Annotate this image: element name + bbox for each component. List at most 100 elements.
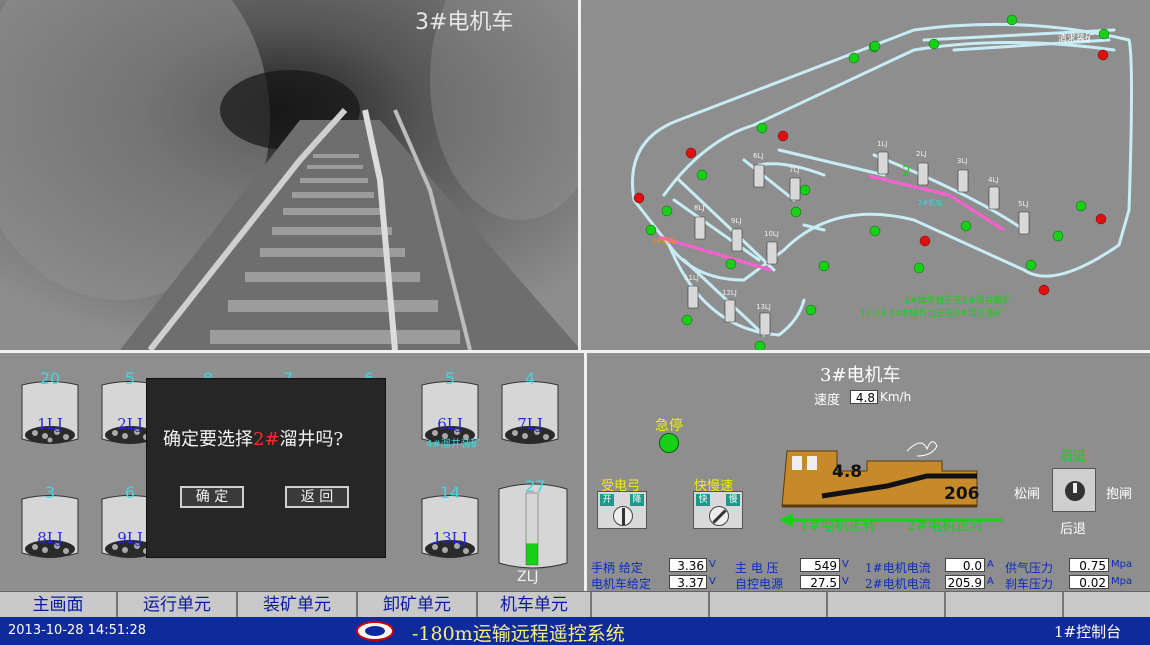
unit-v: V: [709, 559, 716, 570]
bin-7lj[interactable]: 4 7LJ: [500, 369, 560, 447]
camera-feed: 3#电机车: [0, 0, 581, 350]
main-v-value: 549: [800, 558, 840, 573]
unit-a: A: [987, 559, 994, 570]
loco-given-value: 3.37: [669, 575, 707, 590]
nav-main[interactable]: 主画面: [0, 592, 118, 618]
unit-mpa: Mpa: [1111, 559, 1133, 570]
handle-value: 3.36: [669, 558, 707, 573]
bin-6lj[interactable]: 5 6LJ 4#溜井装矿: [420, 369, 481, 450]
nav-empty-1[interactable]: [592, 592, 710, 618]
auto-v-value: 27.5: [800, 575, 840, 590]
air-value: 0.75: [1069, 558, 1109, 573]
dialog-highlight: 2#: [253, 429, 280, 450]
track-diagram: 1LJ 2LJ 3LJ 4LJ 5LJ 6LJ 7LJ 8LJ 9LJ 10LJ…: [631, 14, 1133, 352]
dialog-suffix: 溜井吗?: [279, 429, 344, 450]
confirm-dialog: 确定要选择2#溜井吗? 确 定 返 回: [146, 378, 386, 558]
dialog-prefix: 确定要选择: [163, 429, 253, 450]
nav-unload-unit[interactable]: 卸矿单元: [358, 592, 478, 618]
nav-loco-unit[interactable]: 机车单元: [478, 592, 592, 618]
release-label: 松闸: [1014, 487, 1041, 502]
bin-13lj[interactable]: 14 13LJ: [420, 483, 480, 561]
m2-i-label: 2#电机电流: [865, 577, 931, 591]
bin-8lj[interactable]: 3 8LJ: [20, 483, 80, 561]
forward-label: 前进: [1060, 449, 1087, 464]
svg-text:8LJ: 8LJ: [694, 204, 704, 212]
m2-i-value: 205.9: [945, 575, 985, 590]
bin-name: ZLJ: [517, 569, 539, 585]
m1-i-label: 1#电机电流: [865, 561, 931, 575]
unit-v: V: [842, 576, 849, 587]
bin-count: 4: [524, 369, 536, 388]
loco-panel: 3#电机车 速度 4.8 Km/h 急停 受电弓 开 降 快慢速 快 慢 4.8…: [587, 353, 1150, 591]
auto-v-label: 自控电源: [735, 577, 784, 591]
bin-1lj[interactable]: 20 1LJ: [20, 369, 80, 447]
ok-button[interactable]: 确 定: [180, 486, 244, 508]
pantograph-off: 降: [630, 494, 644, 506]
nav-empty-2[interactable]: [710, 592, 828, 618]
tunnel-image: [0, 0, 578, 350]
map-loco2-number: 2: [902, 164, 911, 180]
svg-text:6LJ: 6LJ: [753, 152, 763, 160]
map-bin-label: 1LJ: [877, 140, 887, 148]
map-loco3-label: 3#机车: [652, 236, 676, 245]
nav-empty-3[interactable]: [828, 592, 946, 618]
bin-overlay-text: 4#溜井装矿: [426, 439, 481, 450]
brake-pressure-label: 刹车压力: [1005, 577, 1054, 591]
map-top-label: 清求装矿: [1058, 32, 1094, 44]
brake-label: 抱闸: [1106, 487, 1133, 502]
bin-count: 14: [439, 483, 461, 502]
logo-icon: [356, 621, 394, 641]
fast-label: 快: [696, 494, 710, 506]
speed-label: 速度: [814, 393, 841, 408]
bin-name: 13LJ: [432, 529, 468, 547]
svg-text:4LJ: 4LJ: [988, 176, 998, 184]
camera-title: 3#电机车: [415, 10, 514, 35]
svg-text:3LJ: 3LJ: [957, 157, 967, 165]
hmi-screen: 3#电机车 1LJ 2LJ 3LJ 4LJ 5LJ 6LJ 7LJ 8LJ 9L…: [0, 0, 1150, 645]
nav-load-unit[interactable]: 装矿单元: [238, 592, 358, 618]
svg-text:2LJ: 2LJ: [916, 150, 926, 158]
svg-text:9LJ: 9LJ: [731, 217, 741, 225]
status-bar: 2013-10-28 14:51:28 -180m运输远程遥控系统 1#控制台: [0, 617, 1150, 645]
handle-label: 手柄 给定: [591, 561, 643, 575]
loco-value: 4.8: [832, 462, 862, 482]
bin-name: 1LJ: [37, 415, 63, 433]
m1-i-value: 0.0: [945, 558, 985, 573]
speed-value: 4.8: [850, 390, 878, 405]
unit-v: V: [709, 576, 716, 587]
station-label: 1#控制台: [1054, 623, 1122, 641]
loco-title: 3#电机车: [820, 365, 901, 386]
estop-button[interactable]: [659, 433, 679, 453]
unit-a: A: [987, 576, 994, 587]
air-label: 供气压力: [1005, 561, 1054, 575]
speed-unit: Km/h: [880, 390, 912, 404]
nav-run-unit[interactable]: 运行单元: [118, 592, 238, 618]
svg-text:10LJ: 10LJ: [764, 230, 779, 238]
speed-switch[interactable]: 快 慢: [693, 491, 743, 529]
bin-count: 20: [39, 369, 61, 388]
svg-text:13LJ: 13LJ: [756, 303, 771, 311]
estop-label: 急停: [655, 418, 683, 434]
bin-count: 3: [44, 483, 56, 502]
motor1-status: 1#电机正转: [800, 518, 877, 534]
direction-knob[interactable]: [1052, 468, 1096, 512]
bin-count: 5: [444, 369, 456, 388]
pantograph-switch[interactable]: 开 降: [597, 491, 647, 529]
knob-icon: [709, 506, 729, 526]
slow-label: 慢: [726, 494, 740, 506]
svg-text:12LJ: 12LJ: [722, 289, 737, 297]
pantograph-on: 开: [600, 494, 614, 506]
unit-mpa: Mpa: [1111, 576, 1133, 587]
nav-empty-4[interactable]: [946, 592, 1064, 618]
loco-number: 206: [944, 484, 980, 504]
svg-text:5LJ: 5LJ: [1018, 200, 1028, 208]
bin-name: 8LJ: [37, 529, 63, 547]
knob-icon: [1065, 481, 1085, 501]
map-log-1: 2#操作台正在2#溜井装矿: [904, 294, 1012, 306]
bin-name: 6LJ: [437, 415, 463, 433]
loco-given-label: 电机车给定: [591, 577, 652, 591]
main-bin-zlj[interactable]: 27 ZLJ: [497, 477, 569, 587]
bin-count: 27: [525, 477, 546, 496]
knob-icon: [613, 506, 633, 526]
back-button[interactable]: 返 回: [285, 486, 349, 508]
